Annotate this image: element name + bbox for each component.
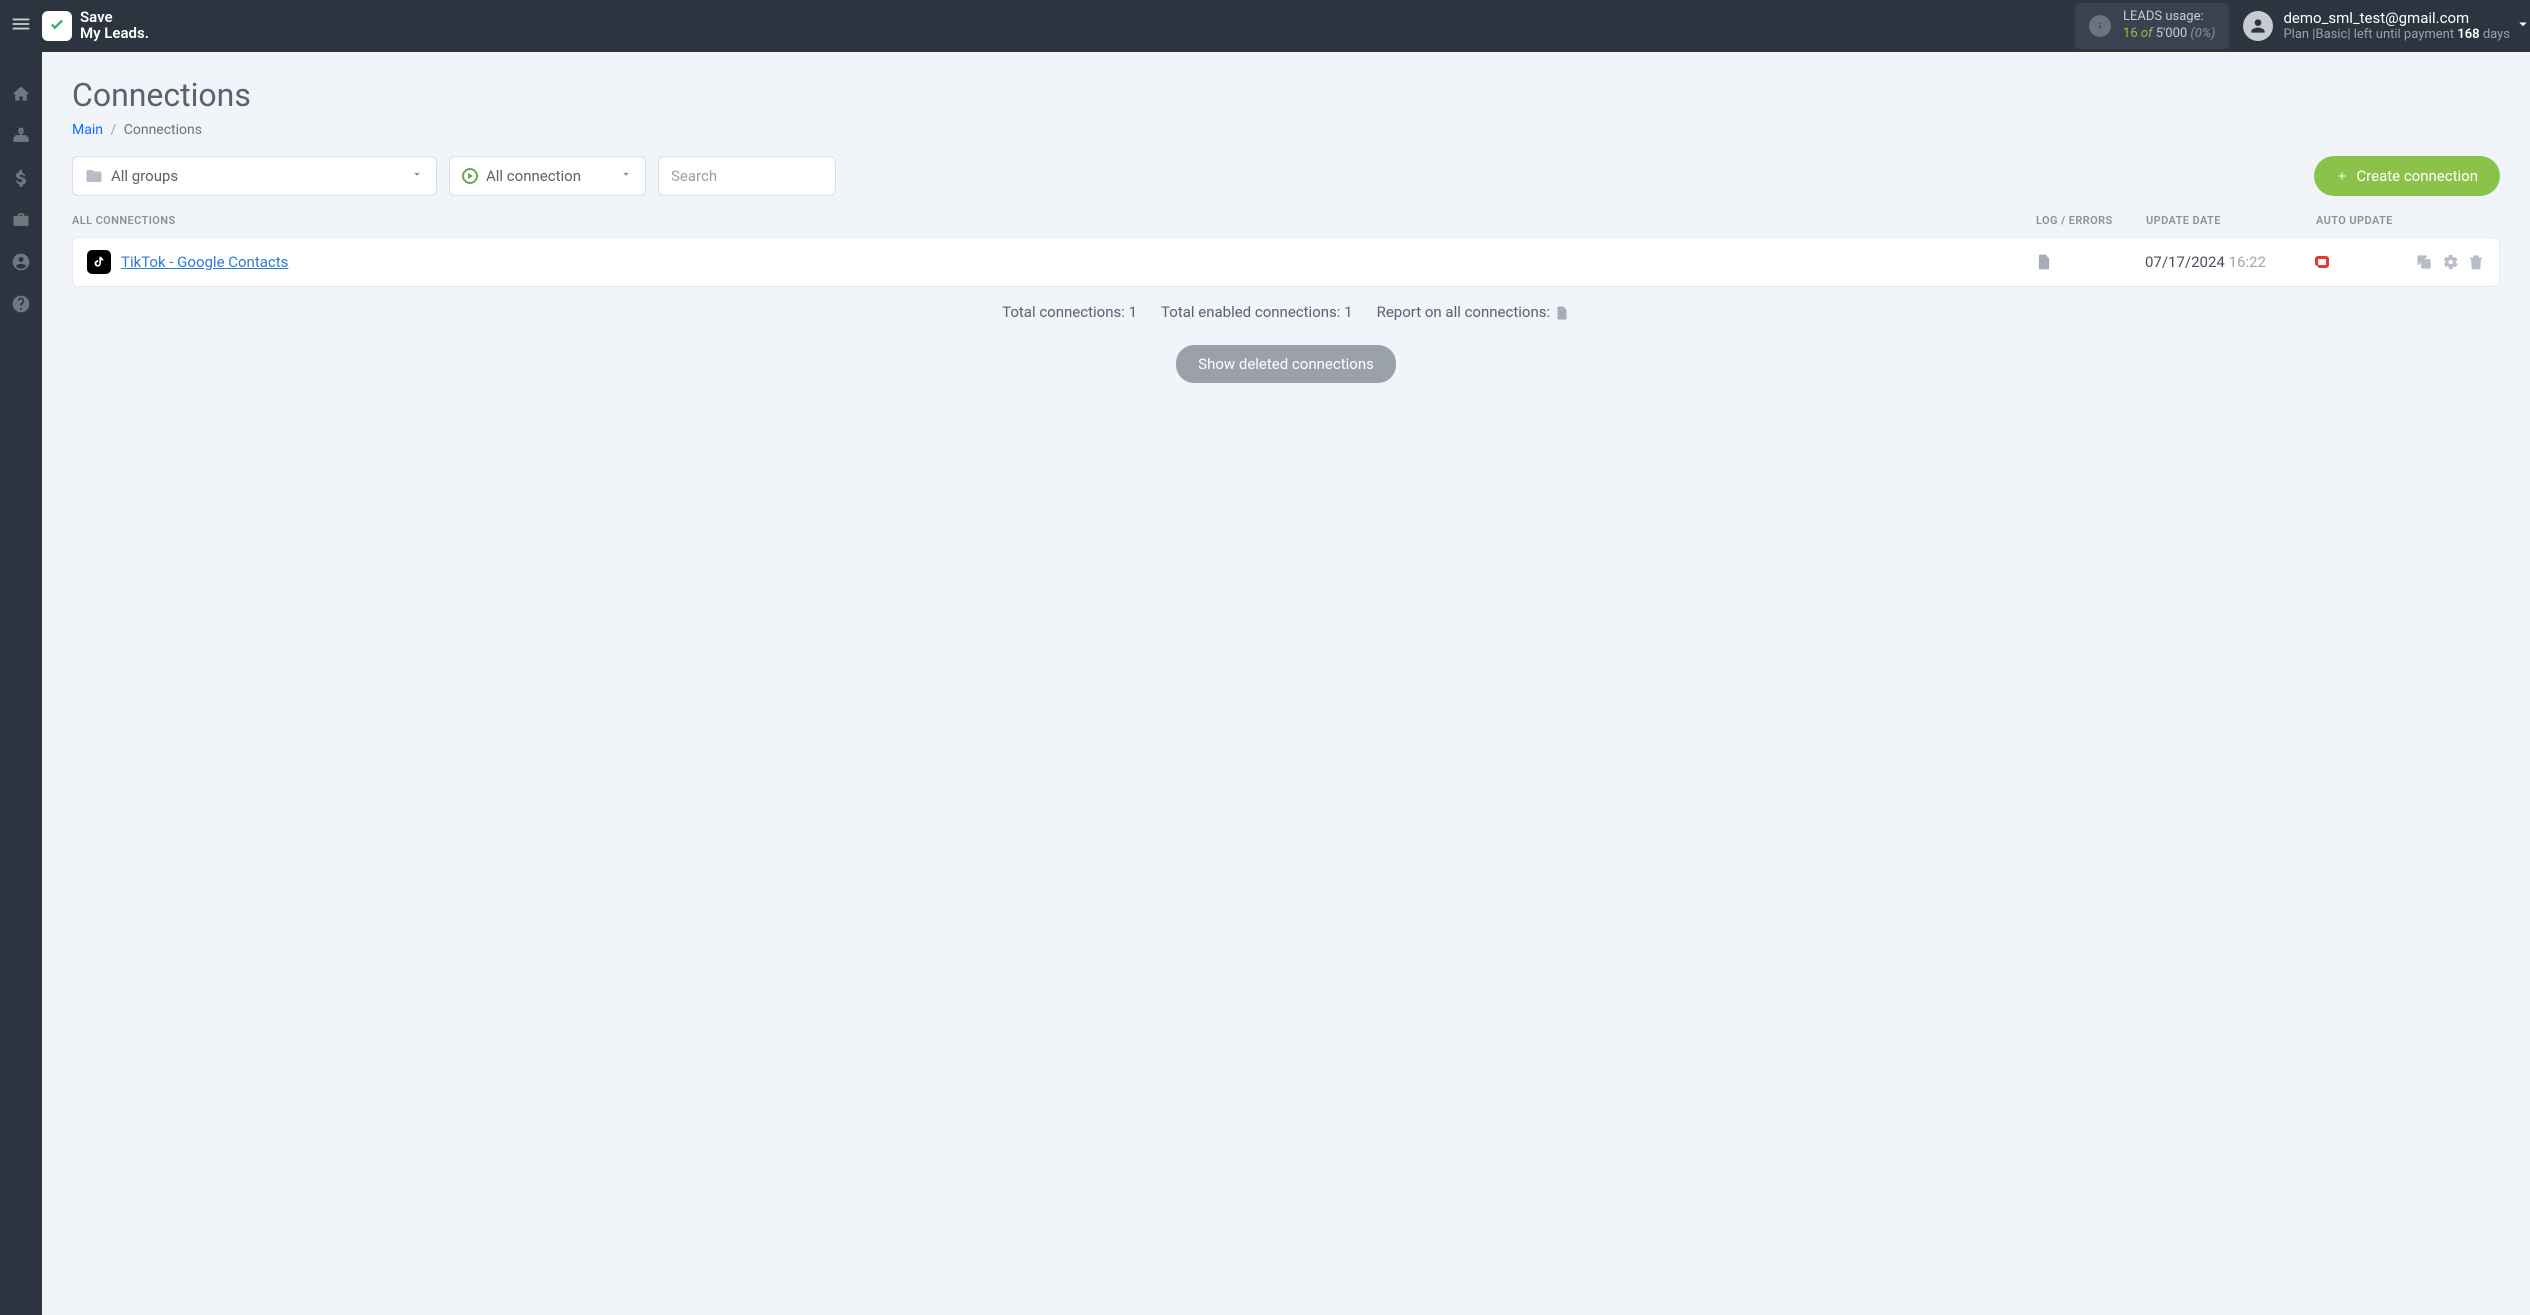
sidebar-item-account[interactable] bbox=[9, 250, 33, 274]
avatar-icon bbox=[2243, 11, 2273, 41]
page-title: Connections bbox=[72, 76, 2500, 114]
filter-bar: All groups All connection Create connect… bbox=[72, 156, 2500, 196]
user-meta: demo_sml_test@gmail.com Plan |Basic| lef… bbox=[2283, 9, 2510, 44]
filter-groups-label: All groups bbox=[111, 167, 178, 185]
play-icon bbox=[462, 168, 478, 184]
trash-icon[interactable] bbox=[2467, 253, 2485, 271]
document-icon[interactable] bbox=[2035, 253, 2053, 271]
highlight-box bbox=[2315, 256, 2329, 268]
shell: Connections Main / Connections All group… bbox=[0, 52, 2530, 1315]
search-box[interactable] bbox=[658, 156, 836, 196]
filter-groups-select[interactable]: All groups bbox=[72, 156, 437, 196]
plus-icon bbox=[2336, 170, 2348, 182]
document-icon[interactable] bbox=[1554, 303, 1570, 321]
leads-usage-text: LEADS usage: 16 of 5'000 (0%) bbox=[2123, 9, 2215, 43]
cell-update: 07/17/2024 16:22 bbox=[2145, 253, 2315, 271]
info-icon bbox=[2089, 15, 2111, 37]
user-email: demo_sml_test@gmail.com bbox=[2283, 9, 2510, 28]
filter-status-select[interactable]: All connection bbox=[449, 156, 646, 196]
logo-text: Save My Leads. bbox=[80, 10, 149, 42]
main-content: Connections Main / Connections All group… bbox=[42, 52, 2530, 1315]
row-actions bbox=[2375, 253, 2485, 271]
user-plan: Plan |Basic| left until payment 168 days bbox=[2283, 27, 2510, 43]
footer-stats: Total connections: 1 Total enabled conne… bbox=[72, 303, 2500, 321]
leads-usage-widget[interactable]: LEADS usage: 16 of 5'000 (0%) bbox=[2075, 3, 2229, 49]
chevron-down-icon bbox=[619, 167, 633, 185]
sidebar-item-help[interactable] bbox=[9, 292, 33, 316]
breadcrumb-main[interactable]: Main bbox=[72, 122, 103, 138]
col-name: ALL CONNECTIONS bbox=[72, 214, 2036, 227]
tiktok-icon bbox=[87, 250, 111, 274]
total-connections: Total connections: 1 bbox=[1002, 303, 1137, 321]
cell-name: TikTok - Google Contacts bbox=[87, 250, 2035, 274]
enabled-connections: Total enabled connections: 1 bbox=[1161, 303, 1353, 321]
chevron-down-icon[interactable] bbox=[2514, 15, 2530, 37]
breadcrumb-current: Connections bbox=[124, 122, 202, 138]
logo-mark-icon bbox=[42, 11, 72, 41]
sidebar-item-briefcase[interactable] bbox=[9, 208, 33, 232]
col-update: UPDATE DATE bbox=[2146, 214, 2316, 227]
sidebar-item-home[interactable] bbox=[9, 82, 33, 106]
menu-toggle-icon[interactable] bbox=[10, 13, 32, 39]
table-header: ALL CONNECTIONS LOG / ERRORS UPDATE DATE… bbox=[72, 208, 2500, 237]
sidebar bbox=[0, 52, 42, 1315]
show-deleted-button[interactable]: Show deleted connections bbox=[1176, 345, 1396, 383]
gear-icon[interactable] bbox=[2441, 253, 2459, 271]
sidebar-item-connections[interactable] bbox=[9, 124, 33, 148]
col-log: LOG / ERRORS bbox=[2036, 214, 2146, 227]
topbar-left: Save My Leads. bbox=[0, 10, 149, 42]
folder-icon bbox=[85, 167, 103, 185]
create-connection-label: Create connection bbox=[2356, 167, 2478, 185]
topbar-right: LEADS usage: 16 of 5'000 (0%) demo_sml_t… bbox=[2075, 0, 2530, 52]
search-input[interactable] bbox=[671, 167, 823, 185]
user-menu[interactable]: demo_sml_test@gmail.com Plan |Basic| lef… bbox=[2243, 9, 2510, 44]
report-all: Report on all connections: bbox=[1377, 303, 1570, 321]
create-connection-button[interactable]: Create connection bbox=[2314, 156, 2500, 196]
chevron-down-icon bbox=[410, 167, 424, 185]
breadcrumb-sep: / bbox=[110, 122, 116, 138]
col-auto: AUTO UPDATE bbox=[2316, 214, 2486, 227]
logo[interactable]: Save My Leads. bbox=[42, 10, 149, 42]
cell-log bbox=[2035, 253, 2145, 271]
breadcrumb: Main / Connections bbox=[72, 122, 2500, 138]
filter-status-label: All connection bbox=[486, 167, 581, 185]
table-row: TikTok - Google Contacts 07/17/2024 16:2… bbox=[72, 237, 2500, 287]
sidebar-item-billing[interactable] bbox=[9, 166, 33, 190]
connection-link[interactable]: TikTok - Google Contacts bbox=[121, 253, 288, 271]
cell-auto bbox=[2315, 256, 2375, 268]
copy-icon[interactable] bbox=[2415, 253, 2433, 271]
topbar: Save My Leads. LEADS usage: 16 of 5'000 … bbox=[0, 0, 2530, 52]
